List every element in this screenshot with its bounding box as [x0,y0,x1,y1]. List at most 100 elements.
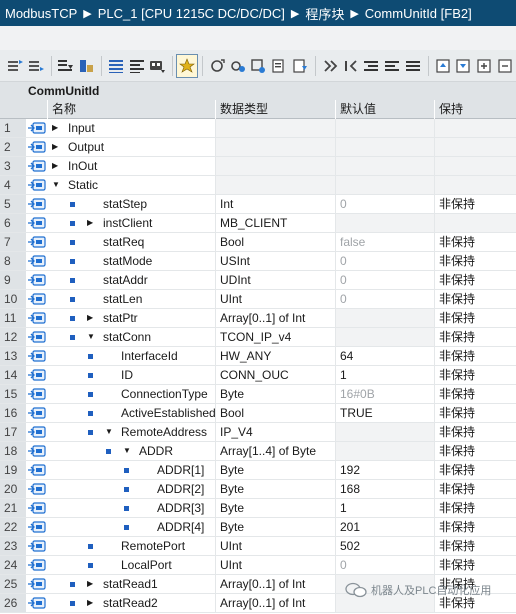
retain-cell[interactable]: 非保持 [435,556,516,574]
row-number[interactable]: 14 [0,366,26,384]
watch-icon[interactable] [290,55,310,77]
data-type-cell[interactable] [216,119,336,137]
data-type-cell[interactable]: Array[0..1] of Int [216,594,336,612]
row-number[interactable]: 9 [0,271,26,289]
data-type-cell[interactable]: USInt [216,252,336,270]
paste-values-icon[interactable] [341,55,361,77]
row-number[interactable]: 22 [0,518,26,536]
breadcrumb-plc[interactable]: PLC_1 [CPU 1215C DC/DC/DC] [98,6,285,21]
collapse-arrow-icon[interactable]: ▼ [52,176,62,194]
row-number[interactable]: 16 [0,404,26,422]
data-type-cell[interactable]: Array[0..1] of Int [216,575,336,593]
name-cell[interactable]: LocalPort [48,556,216,574]
outdent-icon[interactable] [382,55,402,77]
align-icon[interactable] [403,55,423,77]
default-value-cell[interactable]: 0 [336,195,435,213]
data-type-cell[interactable]: UDInt [216,271,336,289]
row-number[interactable]: 11 [0,309,26,327]
name-cell[interactable]: ADDR[1] [48,461,216,479]
default-value-cell[interactable] [336,119,435,137]
name-cell[interactable]: ▶ InOut [48,157,216,175]
name-cell[interactable]: ID [48,366,216,384]
expand-arrow-icon[interactable]: ▶ [52,138,62,156]
retain-cell[interactable]: 非保持 [435,518,516,536]
retain-cell[interactable]: 非保持 [435,309,516,327]
row-number[interactable]: 23 [0,537,26,555]
retain-cell[interactable]: 非保持 [435,499,516,517]
name-cell[interactable]: ADDR[4] [48,518,216,536]
data-type-cell[interactable] [216,138,336,156]
data-type-cell[interactable]: MB_CLIENT [216,214,336,232]
row-number[interactable]: 10 [0,290,26,308]
table-row[interactable]: 23 RemotePort UInt 502 非保持 [0,537,516,556]
row-number[interactable]: 3 [0,157,26,175]
retain-cell[interactable] [435,157,516,175]
default-value-cell[interactable] [336,328,435,346]
data-type-cell[interactable]: CONN_OUC [216,366,336,384]
retain-cell[interactable]: 非保持 [435,233,516,251]
data-type-cell[interactable]: Byte [216,461,336,479]
default-value-cell[interactable]: 192 [336,461,435,479]
expand-arrow-icon[interactable]: ▶ [87,214,97,232]
data-type-cell[interactable] [216,157,336,175]
default-value-cell[interactable]: 168 [336,480,435,498]
breadcrumb-program-blocks[interactable]: 程序块 [305,4,344,23]
default-value-cell[interactable]: 0 [336,290,435,308]
data-type-cell[interactable]: Array[0..1] of Int [216,309,336,327]
table-row[interactable]: 15 ConnectionType Byte 16#0B 非保持 [0,385,516,404]
row-number[interactable]: 15 [0,385,26,403]
table-row[interactable]: 6 ▶ instClient MB_CLIENT [0,214,516,233]
retain-cell[interactable]: 非保持 [435,442,516,460]
data-type-cell[interactable]: TCON_IP_v4 [216,328,336,346]
snapshot-icon[interactable] [176,53,199,78]
default-value-cell[interactable]: 201 [336,518,435,536]
retain-cell[interactable] [435,119,516,137]
retain-cell[interactable]: 非保持 [435,537,516,555]
name-cell[interactable]: statReq [48,233,216,251]
table-row[interactable]: 7 statReq Bool false 非保持 [0,233,516,252]
list-icon[interactable] [127,55,147,77]
retain-cell[interactable]: 非保持 [435,366,516,384]
row-number[interactable]: 8 [0,252,26,270]
table-row[interactable]: 14 ID CONN_OUC 1 非保持 [0,366,516,385]
table-row[interactable]: 11 ▶ statPtr Array[0..1] of Int 非保持 [0,309,516,328]
default-value-cell[interactable]: TRUE [336,404,435,422]
table-row[interactable]: 3 ▶ InOut [0,157,516,176]
default-value-cell[interactable]: 64 [336,347,435,365]
name-cell[interactable]: statStep [48,195,216,213]
data-type-cell[interactable]: UInt [216,556,336,574]
name-cell[interactable]: ▼ Static [48,176,216,194]
data-type-cell[interactable] [216,176,336,194]
default-value-cell[interactable] [336,138,435,156]
name-cell[interactable]: ActiveEstablished [48,404,216,422]
row-number[interactable]: 2 [0,138,26,156]
row-number[interactable]: 26 [0,594,26,612]
name-cell[interactable]: ▼ statConn [48,328,216,346]
collapse-arrow-icon[interactable]: ▼ [105,423,115,441]
table-row[interactable]: 24 LocalPort UInt 0 非保持 [0,556,516,575]
row-number[interactable]: 21 [0,499,26,517]
name-cell[interactable]: RemotePort [48,537,216,555]
name-cell[interactable]: ▶ statPtr [48,309,216,327]
retain-cell[interactable]: 非保持 [435,271,516,289]
table-row[interactable]: 9 statAddr UDInt 0 非保持 [0,271,516,290]
row-number[interactable]: 13 [0,347,26,365]
retain-cell[interactable]: 非保持 [435,290,516,308]
name-cell[interactable]: ADDR[3] [48,499,216,517]
table-row[interactable]: 4 ▼ Static [0,176,516,195]
row-number[interactable]: 25 [0,575,26,593]
table-row[interactable]: 10 statLen UInt 0 非保持 [0,290,516,309]
add-row-icon[interactable] [26,55,46,77]
expand-arrow-icon[interactable]: ▶ [87,309,97,327]
collapse-arrow-icon[interactable]: ▼ [87,328,97,346]
default-value-cell[interactable]: false [336,233,435,251]
expand-all-icon[interactable] [474,55,494,77]
row-number[interactable]: 19 [0,461,26,479]
default-value-cell[interactable] [336,423,435,441]
data-type-cell[interactable]: Int [216,195,336,213]
data-type-cell[interactable]: Byte [216,518,336,536]
row-number[interactable]: 24 [0,556,26,574]
name-cell[interactable]: ConnectionType [48,385,216,403]
table-row[interactable]: 13 InterfaceId HW_ANY 64 非保持 [0,347,516,366]
retain-cell[interactable]: 非保持 [435,385,516,403]
